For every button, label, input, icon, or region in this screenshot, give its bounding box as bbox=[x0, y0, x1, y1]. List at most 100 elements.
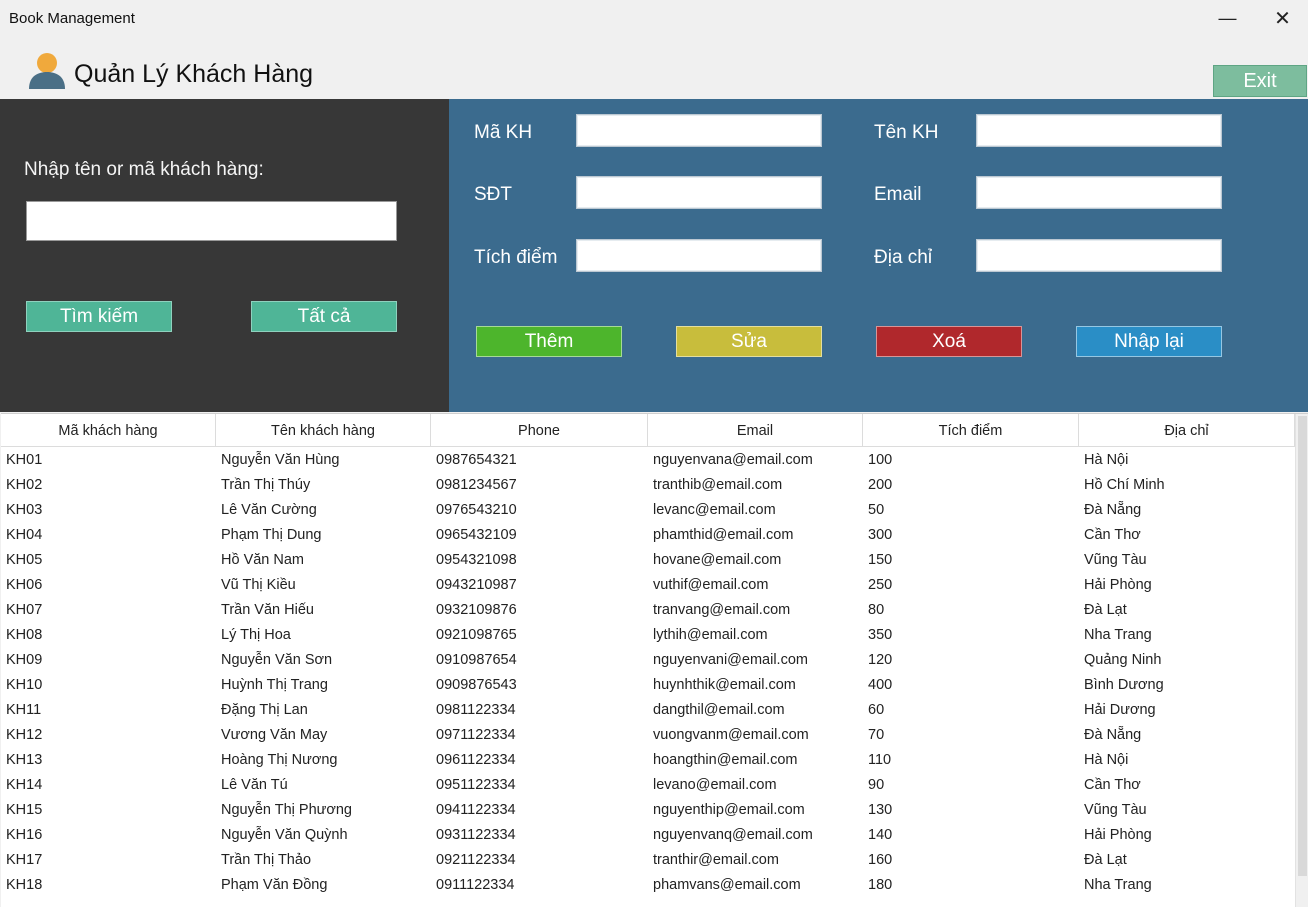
table-row[interactable]: KH17 Trần Thị Thảo 0921122334 tranthir@emai… bbox=[1, 848, 1295, 873]
table-row[interactable]: KH12 Vương Văn May 0971122334 vuongvanm@ema… bbox=[1, 723, 1295, 748]
table-cell: 110 bbox=[868, 752, 892, 768]
table-row[interactable]: KH18 Phạm Văn Đồng 0911122334 phamvans@emai… bbox=[1, 873, 1295, 898]
customer-table[interactable]: Mã khách hàng Tên khách hàng Phone Email Tíc… bbox=[1, 413, 1308, 907]
table-cell: Vũ Thị Kiều bbox=[221, 577, 296, 593]
ma-kh-label: Mã KH bbox=[474, 122, 533, 143]
table-cell: 0931122334 bbox=[436, 827, 516, 843]
sdt-field[interactable] bbox=[576, 176, 822, 209]
table-cell: Cần Thơ bbox=[1084, 527, 1141, 543]
table-cell: Đà Nẵng bbox=[1084, 727, 1142, 743]
table-cell: 180 bbox=[868, 877, 893, 893]
column-header[interactable]: Tích điểm bbox=[863, 414, 1079, 447]
table-header: Mã khách hàng Tên khách hàng Phone Email Tíc… bbox=[1, 414, 1295, 447]
column-header[interactable]: Mã khách hàng bbox=[1, 414, 216, 447]
table-row[interactable]: KH13 Hoàng Thị Nương 0961122334 hoangthin@e… bbox=[1, 748, 1295, 773]
table-row[interactable]: KH02 Trần Thị Thúy 0981234567 tranthib@emai… bbox=[1, 473, 1295, 498]
table-cell: Trần Văn Hiếu bbox=[221, 602, 314, 618]
table-cell: phamthid@email.com bbox=[653, 527, 794, 543]
table-cell: Đà Lạt bbox=[1084, 602, 1127, 618]
close-button[interactable]: ✕ bbox=[1255, 0, 1308, 36]
reset-button[interactable]: Nhập lại bbox=[1076, 326, 1222, 357]
ten-kh-field[interactable] bbox=[976, 114, 1222, 147]
table-cell: KH18 bbox=[6, 877, 43, 893]
table-cell: Hà Nội bbox=[1084, 752, 1129, 768]
close-icon: ✕ bbox=[1274, 7, 1291, 30]
table-cell: Lê Văn Tú bbox=[221, 777, 288, 793]
customer-form-panel: Mã KH Tên KH SĐT Email Tích điểm Địa chỉ… bbox=[449, 99, 1308, 412]
table-cell: 200 bbox=[868, 477, 893, 493]
table-cell: Trần Thị Thúy bbox=[221, 477, 311, 493]
table-row[interactable]: KH04 Phạm Thị Dung 0965432109 phamthid@emai… bbox=[1, 523, 1295, 548]
table-row[interactable]: KH06 Vũ Thị Kiều 0943210987 vuthif@email.co… bbox=[1, 573, 1295, 598]
table-cell: 250 bbox=[868, 577, 893, 593]
column-header[interactable]: Phone bbox=[431, 414, 648, 447]
table-row[interactable]: KH16 Nguyễn Văn Quỳnh 0931122334 nguyenvanq… bbox=[1, 823, 1295, 848]
dia-chi-label: Địa chỉ bbox=[874, 247, 933, 268]
table-cell: Đà Nẵng bbox=[1084, 502, 1142, 518]
table-cell: 0951122334 bbox=[436, 777, 516, 793]
table-cell: 140 bbox=[868, 827, 893, 843]
table-cell: tranvang@email.com bbox=[653, 602, 791, 618]
add-button[interactable]: Thêm bbox=[476, 326, 622, 357]
table-row[interactable]: KH05 Hồ Văn Nam 0954321098 hovane@email.com… bbox=[1, 548, 1295, 573]
delete-button[interactable]: Xoá bbox=[876, 326, 1022, 357]
table-cell: 0971122334 bbox=[436, 727, 516, 743]
table-cell: 100 bbox=[868, 452, 893, 468]
table-cell: KH08 bbox=[6, 627, 43, 643]
table-cell: lythih@email.com bbox=[653, 627, 768, 643]
table-row[interactable]: KH11 Đặng Thị Lan 0981122334 dangthil@email… bbox=[1, 698, 1295, 723]
table-cell: nguyenthip@email.com bbox=[653, 802, 805, 818]
table-cell: phamvans@email.com bbox=[653, 877, 801, 893]
edit-button[interactable]: Sửa bbox=[676, 326, 822, 357]
table-cell: Hà Nội bbox=[1084, 452, 1129, 468]
ma-kh-field[interactable] bbox=[576, 114, 822, 147]
table-cell: vuongvanm@email.com bbox=[653, 727, 809, 743]
table-row[interactable]: KH09 Nguyễn Văn Sơn 0910987654 nguyenvani@e… bbox=[1, 648, 1295, 673]
app-window: Book Management — ✕ Quản Lý Khách Hàng E… bbox=[0, 0, 1308, 907]
table-row[interactable]: KH10 Huỳnh Thị Trang 0909876543 huynhthik@e… bbox=[1, 673, 1295, 698]
table-cell: Hải Dương bbox=[1084, 702, 1156, 718]
search-button[interactable]: Tìm kiếm bbox=[26, 301, 172, 332]
table-cell: KH03 bbox=[6, 502, 43, 518]
search-input[interactable] bbox=[26, 201, 397, 241]
email-field[interactable] bbox=[976, 176, 1222, 209]
vertical-scrollbar[interactable] bbox=[1295, 414, 1308, 907]
table-cell: Cần Thơ bbox=[1084, 777, 1141, 793]
column-header[interactable]: Địa chỉ bbox=[1079, 414, 1295, 447]
table-cell: Hải Phòng bbox=[1084, 827, 1152, 843]
ten-kh-label: Tên KH bbox=[874, 122, 939, 143]
table-cell: Hải Phòng bbox=[1084, 577, 1152, 593]
table-cell: KH14 bbox=[6, 777, 43, 793]
table-cell: 400 bbox=[868, 677, 893, 693]
table-cell: KH16 bbox=[6, 827, 43, 843]
table-cell: KH04 bbox=[6, 527, 43, 543]
table-row[interactable]: KH01 Nguyễn Văn Hùng 0987654321 nguyenvana@… bbox=[1, 448, 1295, 473]
table-row[interactable]: KH15 Nguyễn Thị Phương 0941122334 nguyenthi… bbox=[1, 798, 1295, 823]
table-cell: KH12 bbox=[6, 727, 43, 743]
table-cell: KH11 bbox=[6, 702, 42, 718]
table-cell: Nguyễn Văn Hùng bbox=[221, 452, 340, 468]
table-cell: 130 bbox=[868, 802, 893, 818]
table-cell: KH01 bbox=[6, 452, 43, 468]
table-body: KH01 Nguyễn Văn Hùng 0987654321 nguyenvana@… bbox=[1, 448, 1295, 898]
column-header[interactable]: Tên khách hàng bbox=[216, 414, 431, 447]
table-row[interactable]: KH03 Lê Văn Cường 0976543210 levanc@email.c… bbox=[1, 498, 1295, 523]
table-cell: Nha Trang bbox=[1084, 627, 1152, 643]
exit-button[interactable]: Exit bbox=[1213, 65, 1307, 97]
table-cell: Vũng Tàu bbox=[1084, 552, 1147, 568]
scrollbar-thumb[interactable] bbox=[1298, 416, 1307, 876]
show-all-button[interactable]: Tất cả bbox=[251, 301, 397, 332]
table-cell: KH09 bbox=[6, 652, 43, 668]
tich-diem-field[interactable] bbox=[576, 239, 822, 272]
table-cell: Quảng Ninh bbox=[1084, 652, 1162, 668]
table-cell: Lê Văn Cường bbox=[221, 502, 317, 518]
table-cell: levano@email.com bbox=[653, 777, 777, 793]
table-cell: 300 bbox=[868, 527, 893, 543]
minimize-button[interactable]: — bbox=[1200, 0, 1255, 36]
table-row[interactable]: KH08 Lý Thị Hoa 0921098765 lythih@email.com… bbox=[1, 623, 1295, 648]
table-cell: Lý Thị Hoa bbox=[221, 627, 291, 643]
table-row[interactable]: KH07 Trần Văn Hiếu 0932109876 tranvang@emai… bbox=[1, 598, 1295, 623]
table-row[interactable]: KH14 Lê Văn Tú 0951122334 levano@email.com 9… bbox=[1, 773, 1295, 798]
column-header[interactable]: Email bbox=[648, 414, 863, 447]
dia-chi-field[interactable] bbox=[976, 239, 1222, 272]
